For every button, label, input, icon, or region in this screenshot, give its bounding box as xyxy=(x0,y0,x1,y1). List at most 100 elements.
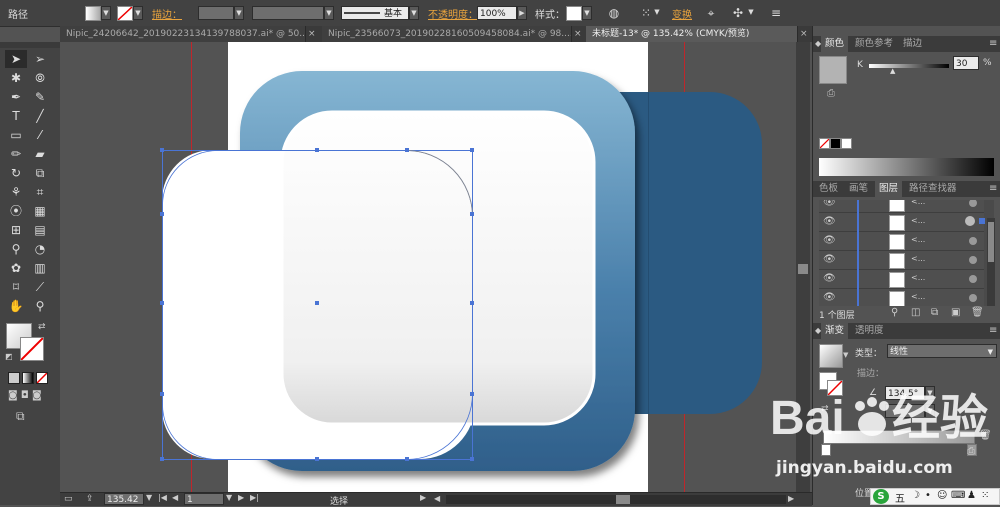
layers-list[interactable]: 👁 <... 👁 <... 👁 <... 👁 <... 👁 <... 👁 <... xyxy=(819,200,994,306)
gradient-tool-icon[interactable]: ▤ xyxy=(29,221,51,239)
layers-scroll-thumb[interactable] xyxy=(988,222,994,262)
pen-tool-icon[interactable]: ✒ xyxy=(5,88,27,106)
zoom-arrow[interactable]: ▼ xyxy=(146,493,152,502)
rotate-tool-icon[interactable]: ↻ xyxy=(5,164,27,182)
draw-mode-icon[interactable]: ◙ ◘ ◙ xyxy=(8,390,42,401)
h-scroll-left-icon[interactable]: ◀ xyxy=(434,494,440,503)
transform-label[interactable]: 变换 xyxy=(672,6,692,21)
black-swatch[interactable] xyxy=(830,138,841,149)
gradient-preview[interactable] xyxy=(819,344,843,368)
color-mode-icon[interactable] xyxy=(8,372,20,384)
last-page-icon[interactable]: ▶| xyxy=(250,493,259,502)
direct-selection-tool-icon[interactable]: ➢ xyxy=(29,50,51,68)
type-tool-icon[interactable]: T xyxy=(5,107,27,125)
next-page-icon[interactable]: ▶ xyxy=(238,493,244,502)
stroke-color-box[interactable] xyxy=(20,337,44,361)
target-icon[interactable] xyxy=(969,275,977,283)
tab-swatches[interactable]: 色板 xyxy=(815,181,842,197)
tab-color-guide[interactable]: 颜色参考 xyxy=(851,36,897,52)
eye-icon[interactable]: 👁 xyxy=(823,292,836,304)
layers-scrollbar[interactable] xyxy=(987,218,995,306)
ime-toolbar[interactable]: S 五 ☽ • ☺ ⌨ ♟ ⁙ xyxy=(870,488,1000,505)
paintbrush-tool-icon[interactable]: ⁄ xyxy=(29,126,51,144)
layer-row[interactable]: 👁 <... xyxy=(819,200,984,213)
tab-document-2[interactable]: Nipic_23566073_20190228160509458084.ai* … xyxy=(322,26,572,42)
eye-icon[interactable]: 👁 xyxy=(823,254,836,266)
horizontal-scroll-thumb[interactable] xyxy=(616,495,630,504)
ime-moon-icon[interactable]: ☽ xyxy=(911,490,920,501)
rectangle-tool-icon[interactable]: ▭ xyxy=(5,126,27,144)
free-transform-tool-icon[interactable]: ⌗ xyxy=(29,183,51,201)
tab-document-active[interactable]: 未标题-13* @ 135.42% (CMYK/预览) xyxy=(586,26,798,42)
style-swatch[interactable] xyxy=(566,6,582,21)
layer-name[interactable]: <... xyxy=(911,254,925,263)
layer-row[interactable]: 👁 <... xyxy=(819,270,984,289)
tab-stroke[interactable]: 描边 xyxy=(899,36,926,52)
opacity-field[interactable]: 100% xyxy=(477,6,517,20)
gradient-preset-arrow[interactable]: ▼ xyxy=(843,351,848,359)
fill-dropdown-arrow[interactable]: ▼ xyxy=(101,6,111,20)
tab-color[interactable]: 颜色 xyxy=(821,36,849,52)
opacity-label[interactable]: 不透明度： xyxy=(428,6,478,21)
target-icon[interactable] xyxy=(969,200,977,207)
recolor-icon[interactable]: ◍ xyxy=(606,5,622,21)
magic-wand-tool-icon[interactable]: ✱ xyxy=(5,69,27,87)
ime-user-icon[interactable]: ♟ xyxy=(967,490,976,501)
lasso-tool-icon[interactable]: ⦾ xyxy=(29,69,51,87)
stroke-swatch[interactable] xyxy=(117,6,133,21)
artwork-svg[interactable] xyxy=(60,42,812,492)
stroke-weight-field[interactable] xyxy=(198,6,234,20)
target-icon[interactable] xyxy=(969,256,977,264)
artboard-tool-icon[interactable]: ⌑ xyxy=(5,278,27,296)
ime-mode-icon[interactable]: 五 xyxy=(895,490,905,505)
fill-swatch[interactable] xyxy=(85,6,101,21)
gradient-mode-icon[interactable] xyxy=(22,372,34,384)
none-mode-icon[interactable] xyxy=(36,372,48,384)
hand-tool-icon[interactable]: ✋ xyxy=(5,297,27,315)
color-fill-preview[interactable] xyxy=(819,56,847,84)
delete-layer-icon[interactable]: 🗑 xyxy=(971,307,984,318)
gradient-type-select[interactable]: 线性 ▼ xyxy=(887,344,997,358)
target-icon-selected[interactable] xyxy=(965,216,975,226)
ime-emoji-icon[interactable]: ☺ xyxy=(937,490,947,501)
scale-tool-icon[interactable]: ⧉ xyxy=(29,164,51,182)
column-graph-tool-icon[interactable]: ▥ xyxy=(29,259,51,277)
layer-name[interactable]: <... xyxy=(911,216,925,225)
eye-icon[interactable]: 👁 xyxy=(823,273,836,285)
layer-name[interactable]: <... xyxy=(911,273,925,282)
k-value-field[interactable]: 30 xyxy=(953,56,979,70)
profile-arrow[interactable]: ▼ xyxy=(324,6,334,20)
tab-brushes[interactable]: 画笔 xyxy=(845,181,872,197)
slice-tool-icon[interactable]: ⟋ xyxy=(29,278,51,296)
k-slider-thumb[interactable]: ▲ xyxy=(890,67,895,75)
eyedropper-tool-icon[interactable]: ⚲ xyxy=(5,240,27,258)
layer-name[interactable]: <... xyxy=(911,200,925,206)
layer-row[interactable]: 👁 <... xyxy=(819,289,984,306)
brush-arrow[interactable]: ▼ xyxy=(409,6,419,20)
white-inner-rounded-square[interactable] xyxy=(280,110,596,426)
eraser-tool-icon[interactable]: ▰ xyxy=(29,145,51,163)
layer-name[interactable]: <... xyxy=(911,235,925,244)
horizontal-scrollbar[interactable] xyxy=(446,495,786,504)
tab-close-icon[interactable]: × xyxy=(308,26,316,42)
new-sublayer-icon[interactable]: ⧉ xyxy=(931,307,938,318)
shape-builder-tool-icon[interactable]: ⦿ xyxy=(5,202,27,220)
prev-page-icon[interactable]: ◀ xyxy=(172,493,178,502)
page-arrow[interactable]: ▼ xyxy=(226,493,232,502)
tab-transparency[interactable]: 透明度 xyxy=(851,323,888,339)
eye-icon[interactable]: 👁 xyxy=(823,216,836,228)
canvas-area[interactable] xyxy=(60,42,812,492)
eye-icon[interactable]: 👁 xyxy=(823,200,836,209)
align-arrow[interactable]: ▼ xyxy=(652,6,662,20)
perspective-grid-tool-icon[interactable]: ▦ xyxy=(29,202,51,220)
vertical-scroll-thumb[interactable] xyxy=(798,264,808,274)
panel-menu-icon[interactable]: ≡ xyxy=(989,38,997,49)
stroke-dropdown-arrow[interactable]: ▼ xyxy=(133,6,143,20)
panel-menu-icon[interactable]: ≡ xyxy=(768,5,784,21)
variable-width-profile[interactable] xyxy=(252,6,324,20)
tab-close-icon[interactable]: × xyxy=(574,26,582,42)
target-icon[interactable] xyxy=(969,237,977,245)
color-spectrum[interactable] xyxy=(819,158,994,176)
target-icon[interactable] xyxy=(969,294,977,302)
mesh-tool-icon[interactable]: ⊞ xyxy=(5,221,27,239)
